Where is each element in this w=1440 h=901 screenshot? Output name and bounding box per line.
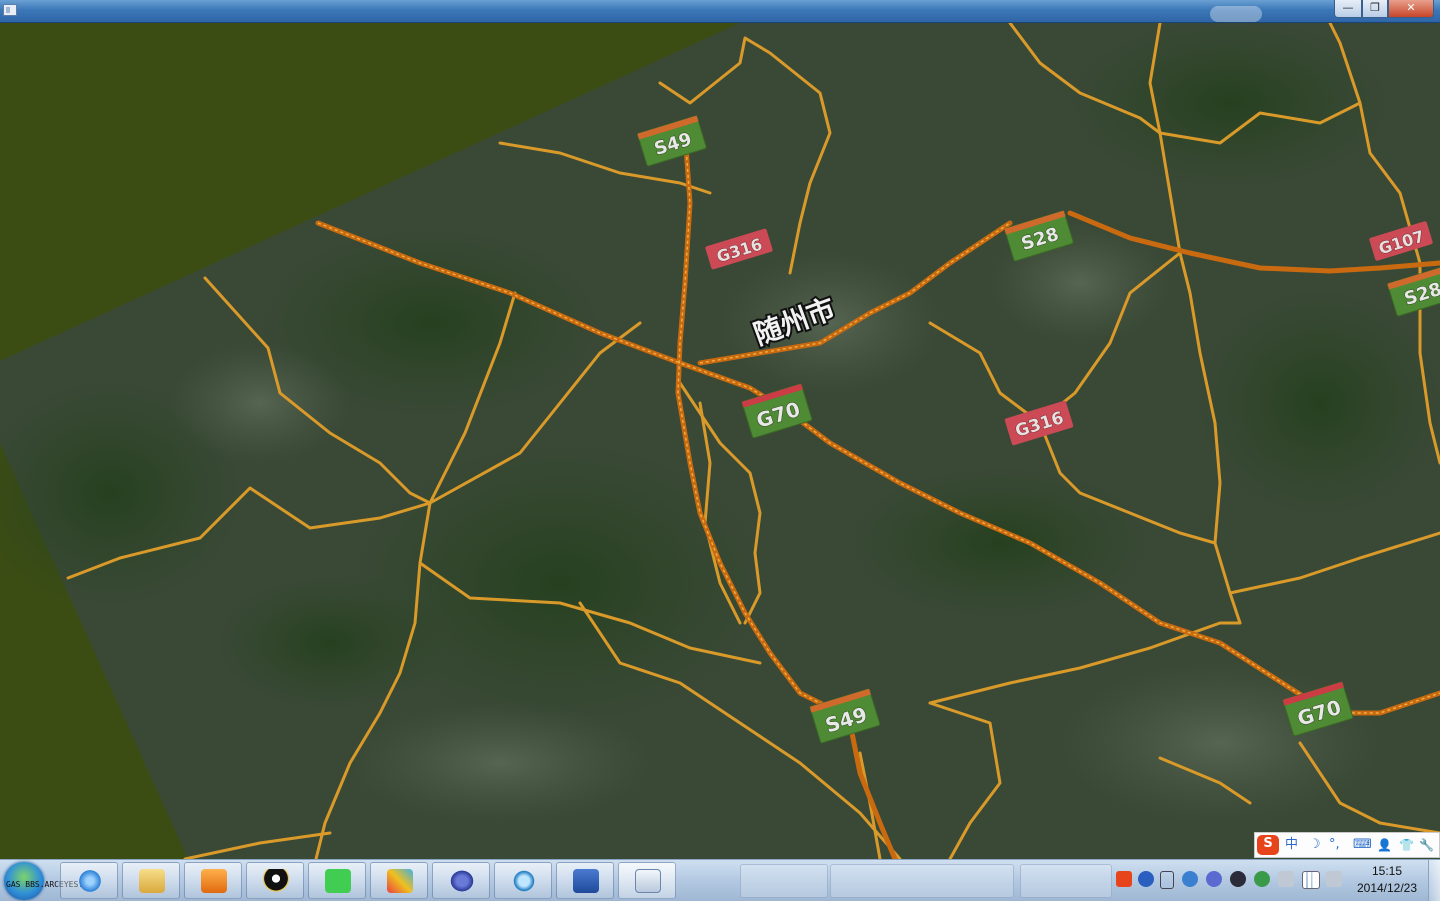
title-bar: — ❐ ✕ — [0, 0, 1440, 23]
taskbar-ghost-2[interactable] — [830, 864, 1014, 898]
window-icon — [635, 869, 661, 893]
word-icon — [573, 869, 599, 893]
taskbar-qq[interactable] — [246, 862, 304, 899]
map-canvas[interactable]: 随州市 S49 G316 S28 G107 S28 G70 G316 S49 G… — [0, 23, 1440, 859]
ime-mode-toggle[interactable]: 中 — [1285, 836, 1298, 854]
penguin-icon — [263, 869, 289, 893]
system-clock[interactable]: 15:15 2014/12/23 — [1352, 863, 1422, 897]
clock-date: 2014/12/23 — [1356, 881, 1418, 895]
speaker-icon[interactable] — [1278, 871, 1294, 887]
globe-icon[interactable] — [1254, 871, 1270, 887]
taskbar-internet-explorer[interactable] — [60, 862, 118, 899]
punctuation-icon[interactable]: °, — [1329, 836, 1340, 854]
wrench-icon[interactable]: 🔧 — [1419, 836, 1434, 854]
taskbar-ghost-1[interactable] — [740, 864, 828, 898]
clock-time: 15:15 — [1371, 864, 1403, 878]
taskbar-ghost-3[interactable] — [1020, 864, 1112, 898]
magnifier-icon — [511, 869, 537, 893]
minimize-button[interactable]: — — [1334, 0, 1362, 18]
app-icon[interactable] — [3, 4, 17, 16]
taskbar-visual-app[interactable] — [370, 862, 428, 899]
help-icon[interactable] — [1138, 871, 1154, 887]
sogou-logo-icon[interactable]: S — [1257, 835, 1279, 855]
infinity-tray-icon[interactable] — [1206, 871, 1222, 887]
sogou-tray-icon[interactable] — [1116, 871, 1132, 887]
qt-icon — [325, 869, 351, 893]
close-button[interactable]: ✕ — [1388, 0, 1434, 18]
tray-expand-icon[interactable] — [1160, 871, 1174, 889]
taskbar: GAS BBS.ARCEYES.COM 15:15 — [0, 859, 1440, 901]
infinity-icon — [449, 869, 475, 893]
taskbar-active-window[interactable] — [618, 862, 676, 899]
signal-icon[interactable] — [1302, 871, 1320, 889]
security-icon[interactable] — [1230, 871, 1246, 887]
show-desktop-button[interactable] — [1428, 860, 1440, 901]
colorful-app-icon — [387, 869, 413, 893]
taskbar-file-explorer[interactable] — [122, 862, 180, 899]
map-viewport[interactable]: 随州市 S49 G316 S28 G107 S28 G70 G316 S49 G… — [0, 23, 1440, 859]
taskbar-media-player[interactable] — [184, 862, 242, 899]
start-side-text: GAS — [6, 880, 21, 889]
moon-icon[interactable]: ☽ — [1309, 836, 1321, 854]
title-glow — [1210, 6, 1262, 22]
maximize-button[interactable]: ❐ — [1362, 0, 1388, 18]
internet-explorer-icon — [77, 869, 103, 893]
play-icon — [201, 869, 227, 893]
folder-icon — [139, 869, 165, 893]
ime-toolbar[interactable]: S 中 ☽ °, ⌨ 👤 👕 🔧 — [1254, 832, 1440, 858]
user-icon[interactable]: 👤 — [1377, 836, 1392, 854]
taskbar-qt-creator[interactable] — [308, 862, 366, 899]
volume-icon[interactable] — [1326, 871, 1342, 887]
keyboard-icon[interactable]: ⌨ — [1353, 836, 1372, 854]
taskbar-search-app[interactable] — [494, 862, 552, 899]
network-app-icon[interactable] — [1182, 871, 1198, 887]
shirt-icon[interactable]: 👕 — [1399, 836, 1414, 854]
taskbar-infinity-app[interactable] — [432, 862, 490, 899]
taskbar-word[interactable] — [556, 862, 614, 899]
